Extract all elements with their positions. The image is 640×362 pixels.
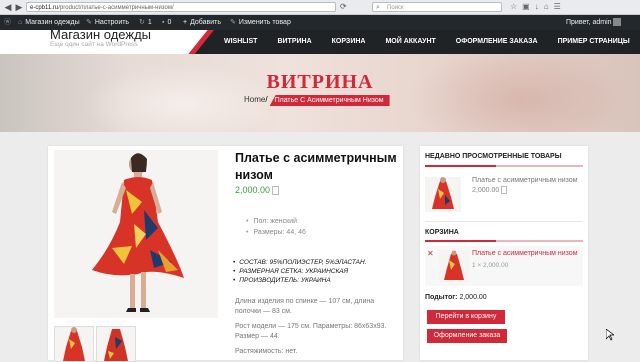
brush-icon: ✎ (86, 19, 92, 26)
address-bar[interactable]: e-cpb11.ru/product/платье-с-асимметричны… (26, 2, 336, 12)
url-host: e-cpb11.ru (30, 5, 59, 11)
menu-item-account[interactable]: МОЙ АККАУНТ (375, 30, 445, 54)
feature-manufacturer: ПРОИЗВОДИТЕЛЬ: УКРАИНА (233, 276, 366, 285)
dress-photo-icon (54, 150, 218, 318)
product-thumbnail[interactable] (54, 326, 94, 362)
back-arrow-icon[interactable]: ◀ (3, 2, 13, 12)
widget-title-underline (425, 240, 583, 242)
site-header: Магазин одежды Еще один сайт на WordPres… (0, 30, 640, 54)
admin-comments-link[interactable]: ▪ 0 (162, 15, 171, 30)
thumbnail-image-icon (97, 327, 135, 361)
remove-item-icon[interactable]: ✕ (427, 249, 434, 258)
browser-toolbar: ◀ ▶ e-cpb11.ru/product/платье-с-асимметр… (0, 0, 640, 15)
recent-products-title: НЕДАВНО ПРОСМОТРЕННЫЕ ТОВАРЫ (425, 153, 562, 160)
thumbnail-image-icon (55, 327, 93, 361)
feature-size-chart: РАЗМЕРНАЯ СЕТКА: УКРАИНСКАЯ (233, 267, 366, 276)
dress-thumbnail-icon (425, 177, 461, 212)
cart-item-image[interactable] (439, 250, 469, 282)
currency-icon (272, 186, 280, 196)
product-title: Платье с асимметричным низом (235, 151, 397, 182)
cart-item-link[interactable]: Платье с асимметричным низом (472, 250, 578, 257)
product-features: СОСТАВ: 95%ПОЛИЭСТЕР, 5%ЭЛАСТАН. РАЗМЕРН… (233, 258, 366, 285)
cart-item-quantity: 1 × 2,000.00 (472, 262, 509, 269)
recent-product-price-value: 2,000.00 (472, 186, 500, 194)
divider (425, 221, 583, 222)
plus-icon: + (183, 19, 188, 26)
menu-item-checkout[interactable]: ОФОРМЛЕНИЕ ЗАКАЗА (446, 30, 548, 54)
main-menu: WISHLIST ВИТРИНА КОРЗИНА МОЙ АККАУНТ ОФО… (224, 30, 640, 54)
view-cart-button[interactable]: Перейти в корзину (427, 310, 505, 324)
product-price-value: 2,000.00 (235, 185, 271, 195)
product-card: Платье с асимметричным низом 2,000.00 По… (48, 146, 403, 362)
description-length: Длина изделия по спинке — 107 см, длина … (235, 298, 375, 315)
updates-count: 1 (147, 19, 152, 26)
menu-item-cart[interactable]: КОРЗИНА (322, 30, 376, 54)
url-path: /product/платье-с-асимметричным-низом/ (58, 5, 174, 11)
site-tagline: Еще один сайт на WordPress (50, 41, 138, 48)
product-price: 2,000.00 (235, 185, 280, 196)
subtotal-label: Подытог: (425, 294, 458, 301)
home-icon: ⌂ (18, 19, 23, 26)
cursor-arrow-icon (605, 328, 616, 341)
recent-product-link[interactable]: Платье с асимметричным низом (472, 177, 578, 184)
comments-count: 0 (167, 19, 172, 26)
browser-toolbar-icons[interactable]: ☆▣↓⌂☰ (510, 2, 566, 11)
attribute-sizes: Размеры: 44, 46 (253, 227, 305, 238)
add-new-label: Добавить (190, 19, 222, 26)
cart-item: ✕ Платье с асимметричным низом 1 × 2,000… (425, 246, 583, 286)
admin-updates-link[interactable]: ↻ 1 (139, 15, 152, 30)
menu-item-sample-page[interactable]: ПРИМЕР СТРАНИЦЫ (548, 30, 640, 54)
description-stretch: Растяжимость: нет. (235, 348, 298, 355)
attribute-gender: Пол: женский (253, 216, 306, 227)
pencil-icon: ✎ (230, 19, 236, 26)
admin-add-new-link[interactable]: + Добавить (183, 15, 221, 30)
admin-account-link[interactable]: Привет, admin (566, 15, 622, 30)
search-icon: ⌕ (376, 4, 380, 11)
search-placeholder: Поиск (387, 5, 404, 11)
subtotal-value: 2,000.00 (459, 294, 487, 301)
menu-item-shop[interactable]: ВИТРИНА (267, 30, 321, 54)
checkout-button[interactable]: Оформление заказа (427, 329, 507, 343)
product-attributes: Пол: женский Размеры: 44, 46 (253, 216, 306, 238)
admin-edit-link[interactable]: ✎ Изменить товар (230, 15, 291, 30)
cart-widget-title: КОРЗИНА (425, 229, 459, 236)
wordpress-logo-icon[interactable]: ⓦ (4, 15, 14, 30)
recent-product-price: 2,000.00 (472, 186, 508, 194)
currency-icon (501, 186, 508, 194)
sidebar: НЕДАВНО ПРОСМОТРЕННЫЕ ТОВАРЫ Платье с ас… (420, 146, 588, 360)
recent-product-image[interactable] (425, 177, 461, 212)
cart-subtotal: Подытог: 2,000.00 (425, 294, 487, 301)
page-title: ВИТРИНА (266, 71, 374, 93)
admin-bar: ⓦ ⌂ Магазин одежды ✎ Настроить ↻ 1 ▪ 0 + Доба… (0, 15, 640, 30)
updates-icon: ↻ (139, 19, 145, 26)
breadcrumb-separator: / (265, 95, 268, 104)
comment-icon: ▪ (162, 19, 165, 26)
description-model: Рост модели — 175 см. Параметры: 86х63х9… (235, 323, 387, 340)
breadcrumb-current: Платье С Асимметричным Низом (269, 95, 390, 106)
reload-icon[interactable]: ⟳ (340, 2, 347, 11)
feature-composition: СОСТАВ: 95%ПОЛИЭСТЕР, 5%ЭЛАСТАН. (233, 258, 366, 267)
admin-customize-link[interactable]: ✎ Настроить (86, 15, 129, 30)
admin-greeting: Привет, admin (566, 19, 612, 26)
product-thumbnail[interactable] (96, 326, 136, 362)
product-description: Длина изделия по спинке — 107 см, длина … (235, 297, 395, 362)
edit-label: Изменить товар (238, 19, 291, 26)
menu-item-wishlist[interactable]: WISHLIST (224, 30, 267, 54)
breadcrumb: Home/Платье С Асимметричным Низом (244, 94, 390, 106)
admin-site-name: Магазин одежды (25, 19, 80, 26)
product-main-image[interactable] (54, 150, 218, 318)
widget-title-underline (425, 165, 583, 167)
avatar (613, 18, 622, 27)
admin-customize-label: Настроить (94, 19, 130, 26)
breadcrumb-home[interactable]: Home (244, 95, 265, 104)
admin-site-link[interactable]: ⌂ Магазин одежды (18, 15, 80, 30)
page-hero: ВИТРИНА Home/Платье С Асимметричным Низо… (0, 54, 640, 132)
forward-arrow-icon[interactable]: ▶ (14, 2, 24, 12)
browser-search-input[interactable]: ⌕ Поиск (372, 2, 502, 12)
dress-thumbnail-icon (439, 250, 469, 282)
